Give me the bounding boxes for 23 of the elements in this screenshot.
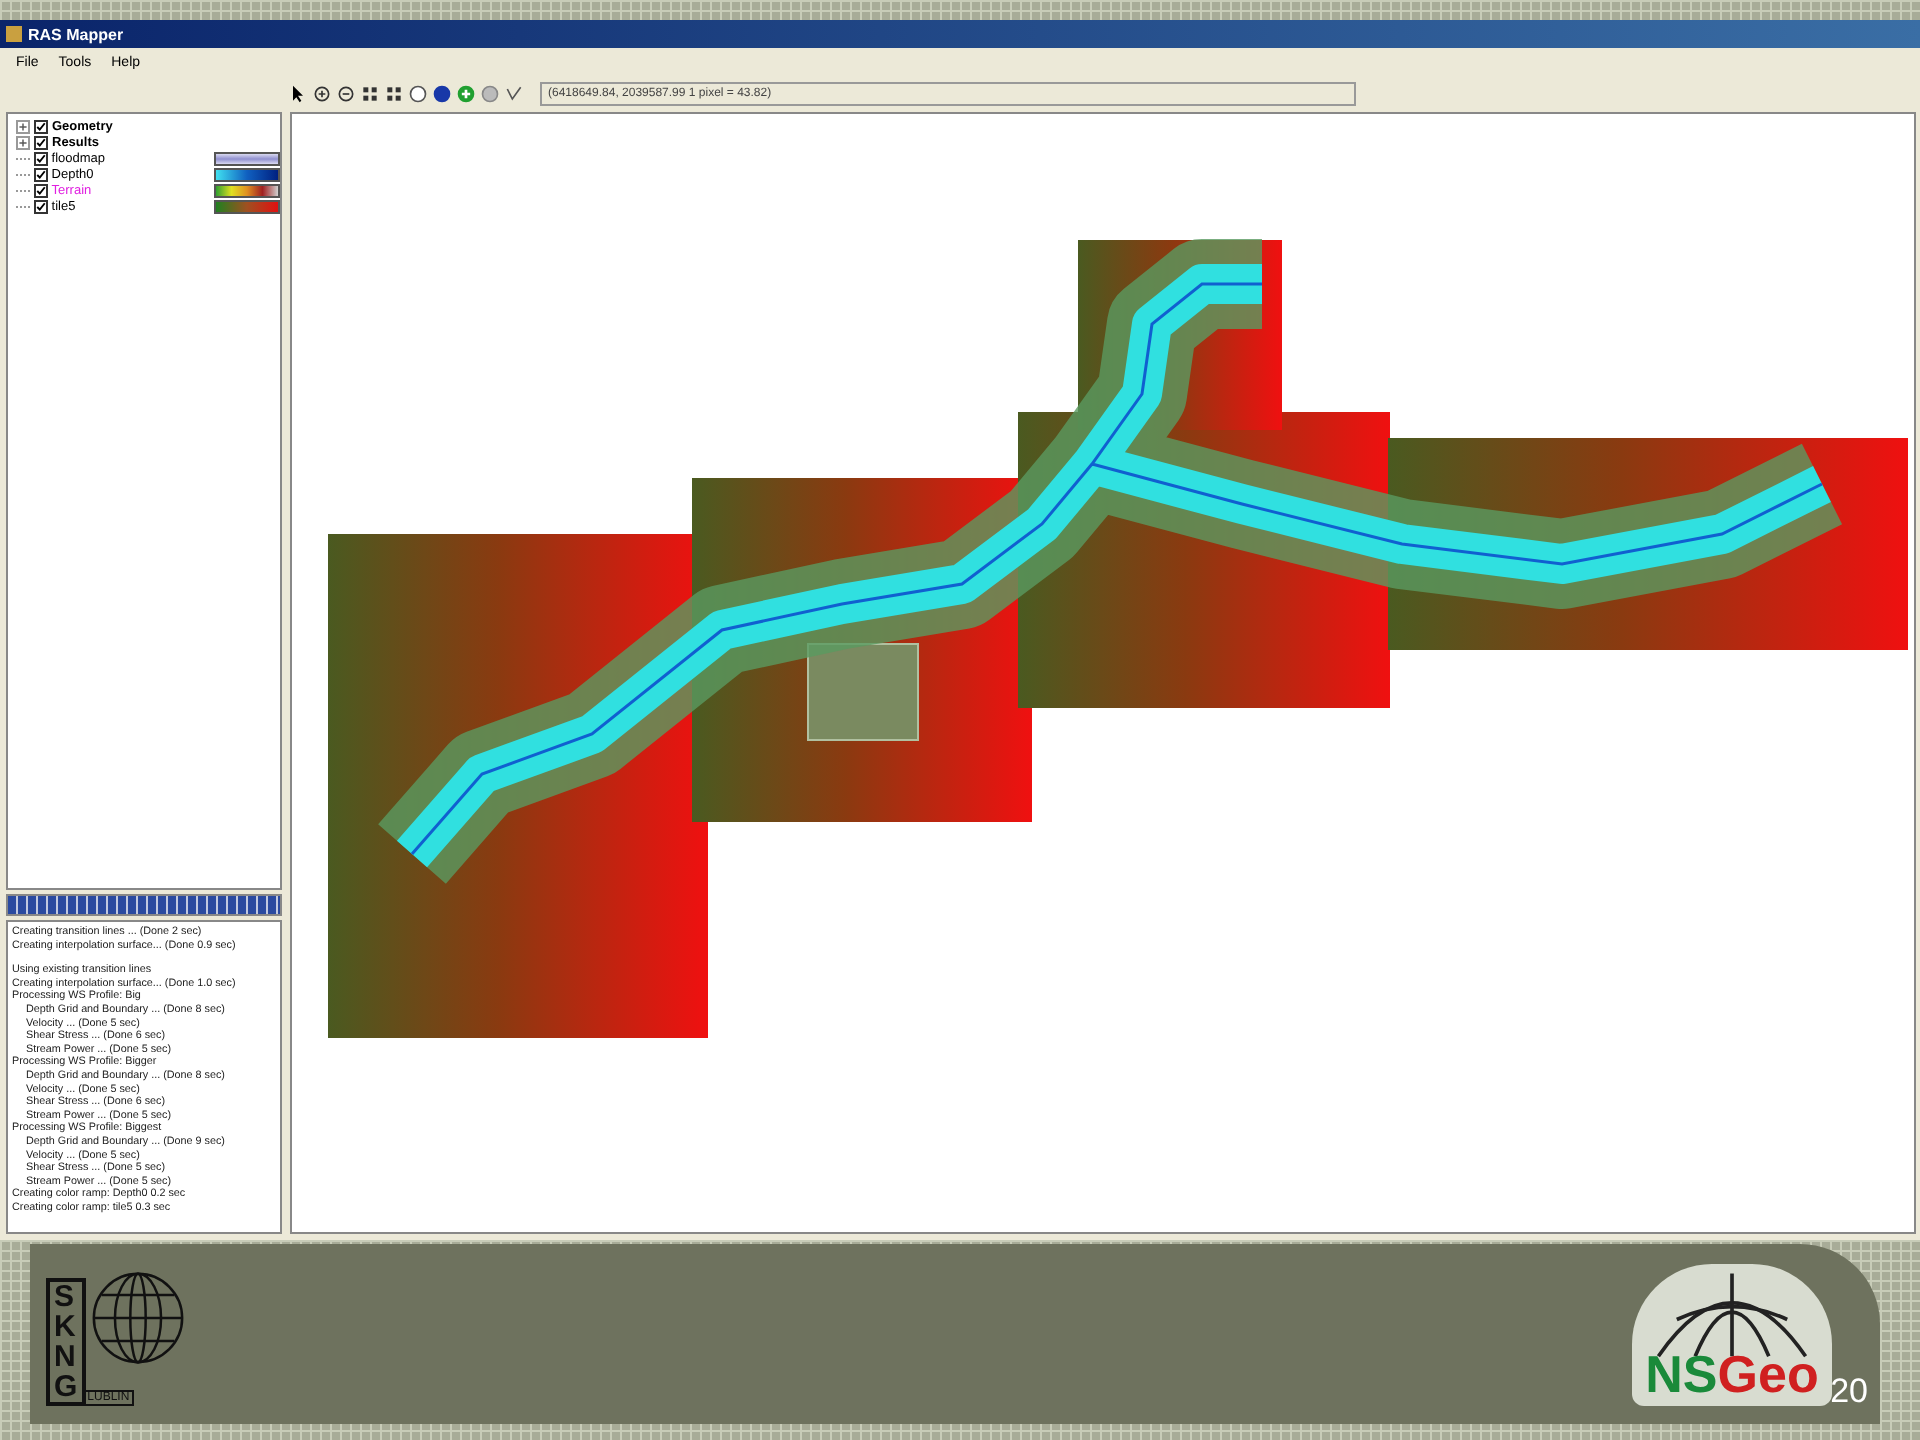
checkbox[interactable] <box>33 151 48 165</box>
circle-icon[interactable] <box>480 84 500 104</box>
app-icon <box>6 26 22 42</box>
logo-letter: N <box>54 1342 78 1372</box>
grid-icon[interactable] <box>384 84 404 104</box>
checkbox[interactable] <box>34 135 48 149</box>
logo-wordmark: NSGeo <box>1645 1343 1819 1405</box>
expand-icon[interactable] <box>16 135 30 149</box>
pointer-icon[interactable] <box>288 84 308 104</box>
expand-icon[interactable] <box>16 119 30 133</box>
grid-icon[interactable] <box>360 84 380 104</box>
zoom-out-icon[interactable] <box>336 84 356 104</box>
page-number: 20 <box>1830 1372 1868 1412</box>
checkbox[interactable] <box>33 199 48 213</box>
checkbox[interactable] <box>34 119 48 133</box>
logo-letter: G <box>54 1372 78 1402</box>
checkbox[interactable] <box>33 167 48 181</box>
checkbox[interactable] <box>33 183 48 197</box>
window-title: RAS Mapper <box>28 25 124 43</box>
logo-letter: S <box>54 1282 77 1312</box>
logo-letter: K <box>54 1312 78 1342</box>
add-icon[interactable] <box>456 84 476 104</box>
zoom-in-icon[interactable] <box>312 84 332 104</box>
